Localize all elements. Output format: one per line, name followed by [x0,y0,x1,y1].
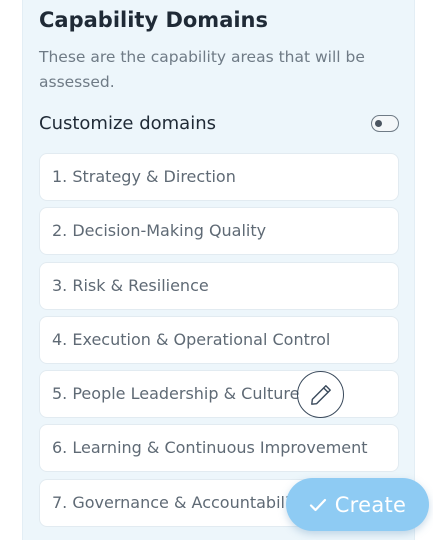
pencil-icon [308,382,334,408]
domain-label: 2. Decision-Making Quality [52,221,267,241]
customize-domains-toggle[interactable] [371,115,399,132]
domain-item: 3. Risk & Resilience [39,261,399,310]
domain-label: 4. Execution & Operational Control [52,329,331,349]
toggle-knob [375,119,382,127]
domain-item: 1. Strategy & Direction [39,153,399,201]
create-button-label: Create [334,492,407,517]
domain-item: 2. Decision-Making Quality [39,207,399,256]
edit-domains-button[interactable] [297,371,344,418]
domain-label: 1. Strategy & Direction [52,167,236,186]
domain-item: 4. Execution & Operational Control [39,315,399,364]
domain-label: 6. Learning & Continuous Improvement [52,438,368,458]
capability-domains-panel: Capability Domains These are the capabil… [22,0,415,540]
domain-label: 3. Risk & Resilience [52,275,209,295]
customize-domains-row: Customize domains [39,113,399,137]
customize-domains-label: Customize domains [39,113,216,134]
domain-label: 7. Governance & Accountability [52,492,306,512]
page-title: Capability Domains [39,8,269,32]
check-icon [309,498,327,512]
domain-label: 5. People Leadership & Culture [52,384,300,404]
domain-list: 1. Strategy & Direction 2. Decision-Maki… [39,153,399,533]
domain-item: 6. Learning & Continuous Improvement [39,424,399,473]
section-subtitle: These are the capability areas that will… [39,48,365,91]
domain-item: 5. People Leadership & Culture [39,370,399,419]
create-button[interactable]: Create [286,478,429,531]
